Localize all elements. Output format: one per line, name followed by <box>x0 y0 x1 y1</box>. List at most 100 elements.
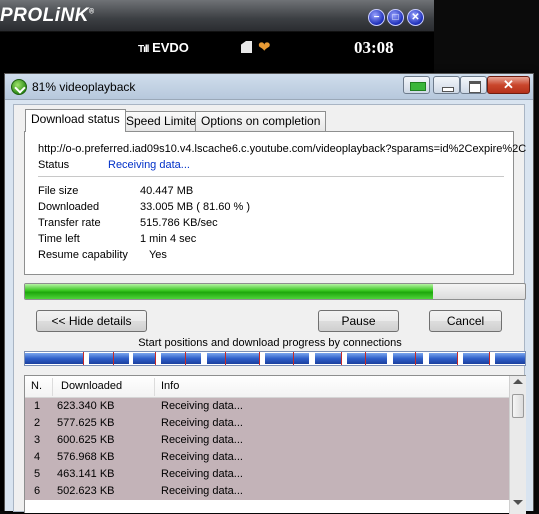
connection-marker <box>489 352 490 365</box>
column-header-info[interactable]: Info <box>161 380 179 392</box>
status-label: Status <box>38 159 70 171</box>
list-header: N. Downloaded Info <box>25 376 509 398</box>
row-number: 6 <box>34 485 41 497</box>
pause-button[interactable]: Pause <box>318 310 399 332</box>
info-key: Time left <box>38 233 80 245</box>
tab-options-on-completion[interactable]: Options on completion <box>195 111 327 131</box>
connection-marker <box>365 352 366 365</box>
connection-segment <box>265 353 309 364</box>
row-downloaded: 623.340 KB <box>57 400 115 412</box>
row-info: Receiving data... <box>161 485 243 497</box>
window-body: Download status Speed Limiter Options on… <box>13 104 526 514</box>
connection-marker <box>293 352 294 365</box>
connection-segment <box>133 353 155 364</box>
info-value: 1 min 4 sec <box>140 233 197 245</box>
tab-download-status[interactable]: Download status <box>25 109 126 132</box>
connection-marker <box>457 352 458 365</box>
list-row[interactable]: 1 623.340 KB Receiving data... <box>25 398 509 415</box>
scroll-thumb[interactable] <box>512 394 524 418</box>
status-value: Receiving data... <box>108 159 190 171</box>
info-key: File size <box>38 185 79 197</box>
row-number: 1 <box>34 400 41 412</box>
row-downloaded: 502.623 KB <box>57 485 115 497</box>
download-progress-bar <box>24 283 526 300</box>
row-number: 3 <box>34 434 41 446</box>
connection-marker <box>155 352 156 365</box>
signal-icon: Tıll <box>138 44 149 55</box>
connections-caption: Start positions and download progress by… <box>138 337 402 349</box>
minimize-button[interactable] <box>433 76 460 94</box>
connections-progress-bar <box>24 351 526 366</box>
column-divider[interactable] <box>52 378 53 396</box>
list-scrollbar[interactable] <box>509 376 526 514</box>
download-url: http://o-o.preferred.iad09s10.v4.lscache… <box>38 143 527 155</box>
row-number: 2 <box>34 417 41 429</box>
list-row[interactable]: 4 576.968 KB Receiving data... <box>25 449 509 466</box>
connection-segment <box>161 353 201 364</box>
row-downloaded: 600.625 KB <box>57 434 115 446</box>
download-app-icon <box>11 79 27 95</box>
connection-segment <box>495 353 525 364</box>
network-status: Tıll EVDO <box>138 40 189 55</box>
sms-icon[interactable] <box>241 41 252 53</box>
row-info: Receiving data... <box>161 400 243 412</box>
prolink-close-button[interactable]: ✕ <box>407 9 424 26</box>
connections-list: N. Downloaded Info 1 623.340 KB Receiving … <box>24 375 526 514</box>
prolink-minimize-button[interactable]: − <box>368 9 385 26</box>
connection-marker <box>225 352 226 365</box>
info-key: Resume capability <box>38 249 128 261</box>
connection-segment <box>89 353 129 364</box>
close-button[interactable]: ✕ <box>487 76 530 94</box>
scroll-down-icon[interactable] <box>513 500 523 505</box>
scroll-up-icon[interactable] <box>513 379 523 384</box>
connection-segment <box>463 353 489 364</box>
network-type: EVDO <box>152 40 189 55</box>
row-info: Receiving data... <box>161 451 243 463</box>
list-row[interactable]: 5 463.141 KB Receiving data... <box>25 466 509 483</box>
connection-marker <box>83 352 84 365</box>
info-value: 33.005 MB ( 81.60 % ) <box>140 201 251 213</box>
prolink-restore-button[interactable]: □ <box>387 9 404 26</box>
window-title: 81% videoplayback <box>32 80 136 94</box>
info-value: 40.447 MB <box>140 185 194 197</box>
hide-to-tray-button[interactable] <box>403 76 430 94</box>
connection-marker <box>341 352 342 365</box>
list-row[interactable]: 6 502.623 KB Receiving data... <box>25 483 509 500</box>
prolink-statusbar: Tıll EVDO ❤ 03:08 <box>0 33 434 63</box>
progress-fill <box>25 284 433 299</box>
connection-segment <box>315 353 341 364</box>
column-header-downloaded[interactable]: Downloaded <box>61 380 122 392</box>
info-value: 515.786 KB/sec <box>140 217 218 229</box>
row-number: 5 <box>34 468 41 480</box>
cancel-button[interactable]: Cancel <box>429 310 502 332</box>
connection-segment <box>207 353 259 364</box>
connection-segment <box>347 353 387 364</box>
prolink-logo: PROLiNK® <box>0 5 95 26</box>
connection-segment <box>393 353 423 364</box>
list-rows: 1 623.340 KB Receiving data... 2 577.625 KB… <box>25 398 509 500</box>
download-status-panel: http://o-o.preferred.iad09s10.v4.lscache… <box>24 131 526 275</box>
hide-details-button[interactable]: << Hide details <box>36 310 147 332</box>
tab-speed-limiter[interactable]: Speed Limiter <box>120 111 207 131</box>
divider <box>38 176 504 177</box>
info-key: Transfer rate <box>38 217 101 229</box>
maximize-button[interactable] <box>460 76 487 94</box>
connection-marker <box>259 352 260 365</box>
connection-segment <box>429 353 457 364</box>
column-header-number[interactable]: N. <box>31 380 42 392</box>
prolink-titlebar: PROLiNK® − □ ✕ <box>0 0 434 32</box>
clock: 03:08 <box>354 38 394 57</box>
download-window: 81% videoplayback ✕ Download status Spee… <box>4 73 534 514</box>
row-downloaded: 576.968 KB <box>57 451 115 463</box>
info-key: Downloaded <box>38 201 100 213</box>
list-row[interactable]: 3 600.625 KB Receiving data... <box>25 432 509 449</box>
row-downloaded: 463.141 KB <box>57 468 115 480</box>
window-titlebar[interactable]: 81% videoplayback ✕ <box>5 74 533 100</box>
column-divider[interactable] <box>154 378 155 396</box>
info-value: Yes <box>140 249 167 261</box>
connection-marker <box>185 352 186 365</box>
row-number: 4 <box>34 451 41 463</box>
list-row[interactable]: 2 577.625 KB Receiving data... <box>25 415 509 432</box>
connection-marker <box>113 352 114 365</box>
row-info: Receiving data... <box>161 434 243 446</box>
